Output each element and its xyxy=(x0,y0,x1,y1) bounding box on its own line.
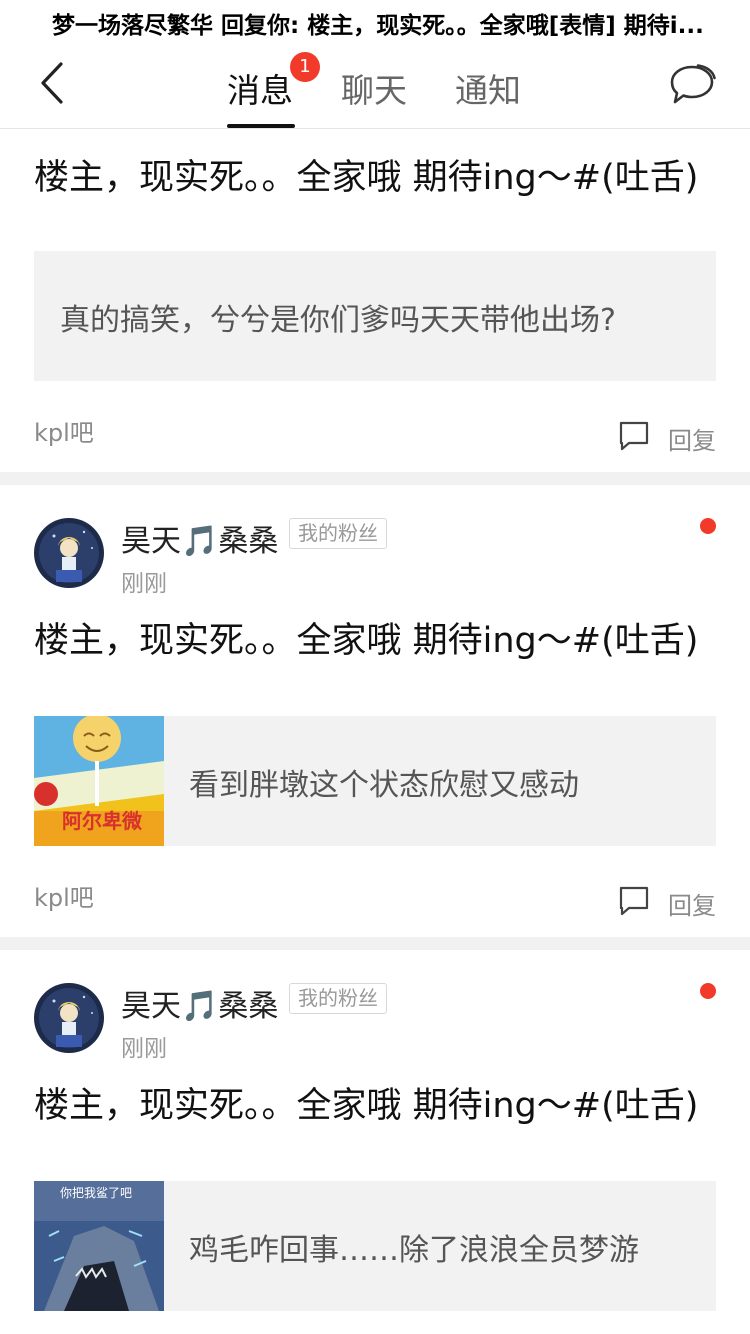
timestamp: 刚刚 xyxy=(121,571,167,597)
reply-button[interactable]: 回复 xyxy=(618,882,718,922)
avatar[interactable] xyxy=(34,983,104,1053)
reply-label: 回复 xyxy=(668,427,716,455)
comment-text: 楼主，现实死。。全家哦 期待ing～#(吐舌) xyxy=(34,158,699,198)
fan-tag: 我的粉丝 xyxy=(289,983,387,1014)
notification-banner[interactable]: 梦一场落尽繁华 回复你: 楼主，现实死。。全家哦[表情] 期待i... xyxy=(0,0,750,40)
tab-notifications[interactable]: 通知 xyxy=(455,64,521,112)
forum-name[interactable]: kpl吧 xyxy=(34,878,94,913)
fan-tag: 我的粉丝 xyxy=(289,518,387,549)
message-card[interactable]: 楼主，现实死。。全家哦 期待ing～#(吐舌) 真的搞笑，兮兮是你们爹吗天天带他… xyxy=(0,130,750,472)
comment-text: 楼主，现实死。。全家哦 期待ing～#(吐舌) xyxy=(34,1086,699,1126)
unread-badge: 1 xyxy=(290,52,320,82)
quoted-text: 看到胖墩这个状态欣慰又感动 xyxy=(189,768,579,803)
quoted-post[interactable]: 你把我鲨了吧 鸡毛咋回事……除了浪浪全员梦游 xyxy=(34,1181,716,1311)
timestamp: 刚刚 xyxy=(121,1036,167,1062)
active-tab-indicator xyxy=(227,124,295,128)
comment-icon xyxy=(619,421,649,451)
reply-button[interactable]: 回复 xyxy=(618,417,718,457)
post-thumbnail: 你把我鲨了吧 xyxy=(34,1181,164,1311)
banner-text: 梦一场落尽繁华 回复你: 楼主，现实死。。全家哦[表情] 期待i... xyxy=(52,13,704,39)
chat-bubble-icon[interactable] xyxy=(668,62,716,108)
tab-messages[interactable]: 消息 xyxy=(227,64,293,112)
tab-label: 通知 xyxy=(455,71,521,110)
quoted-post[interactable]: 阿尔卑微 看到胖墩这个状态欣慰又感动 xyxy=(34,716,716,846)
tab-label: 消息 xyxy=(227,71,293,110)
username[interactable]: 昊天🎵桑桑 xyxy=(121,981,278,1025)
svg-text:阿尔卑微: 阿尔卑微 xyxy=(62,809,142,833)
quoted-text: 鸡毛咋回事……除了浪浪全员梦游 xyxy=(189,1233,639,1268)
forum-name[interactable]: kpl吧 xyxy=(34,413,94,448)
message-card[interactable]: 昊天🎵桑桑 我的粉丝 刚刚 楼主，现实死。。全家哦 期待ing～#(吐舌) 阿尔… xyxy=(0,485,750,937)
back-arrow-icon[interactable] xyxy=(28,58,78,108)
message-card[interactable]: 昊天🎵桑桑 我的粉丝 刚刚 楼主，现实死。。全家哦 期待ing～#(吐舌) 你把… xyxy=(0,950,750,1334)
reply-label: 回复 xyxy=(668,892,716,920)
unread-dot xyxy=(700,983,716,999)
comment-icon xyxy=(619,886,649,916)
card-divider xyxy=(0,937,750,950)
nav-bar: 消息 1 聊天 通知 xyxy=(0,40,750,129)
card-divider xyxy=(0,472,750,485)
thumbnail-caption: 你把我鲨了吧 xyxy=(60,1186,132,1200)
username[interactable]: 昊天🎵桑桑 xyxy=(121,516,278,560)
comment-text: 楼主，现实死。。全家哦 期待ing～#(吐舌) xyxy=(34,621,699,661)
post-thumbnail: 阿尔卑微 xyxy=(34,716,164,846)
tab-label: 聊天 xyxy=(341,71,407,110)
quoted-post[interactable]: 真的搞笑，兮兮是你们爹吗天天带他出场? xyxy=(34,251,716,381)
tab-chat[interactable]: 聊天 xyxy=(341,64,407,112)
avatar[interactable] xyxy=(34,518,104,588)
quoted-text: 真的搞笑，兮兮是你们爹吗天天带他出场? xyxy=(60,303,616,338)
unread-dot xyxy=(700,518,716,534)
